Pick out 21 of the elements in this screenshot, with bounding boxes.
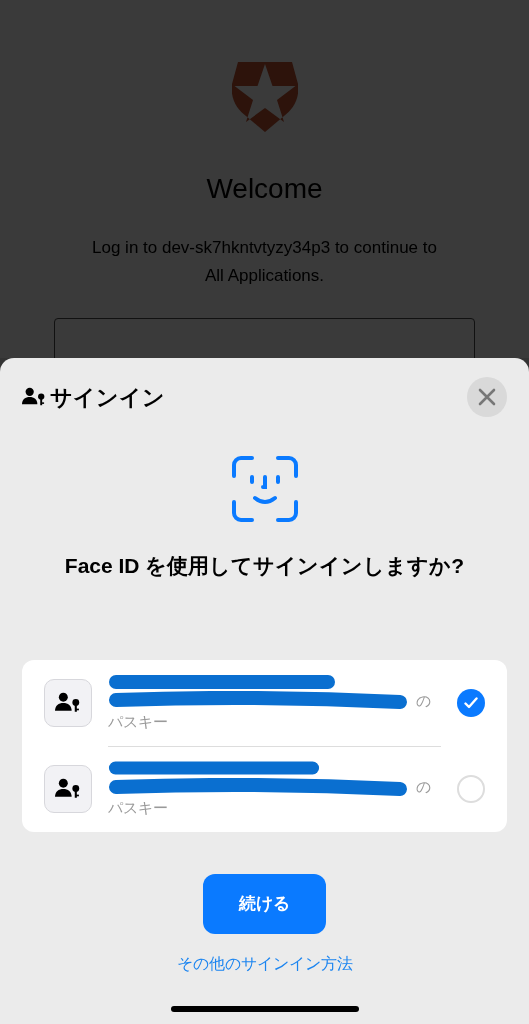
login-message: Log in to dev-sk7hkntvtyzy34p3 to continue to	[91, 236, 438, 259]
welcome-heading: Welcome	[205, 172, 324, 206]
passkey-suffix: の	[416, 690, 431, 711]
passkey-icon	[22, 387, 46, 407]
passkey-option[interactable]: の パスキー	[44, 745, 507, 832]
sheet-title: サインイン	[50, 383, 165, 412]
passkey-icon	[55, 778, 81, 799]
close-button[interactable]	[467, 377, 507, 417]
sign-in-question: Face ID を使用してサインインしますか?	[63, 553, 466, 579]
login-message: All Applications.	[203, 264, 326, 287]
other-sign-in-link[interactable]: その他のサインイン方法	[22, 951, 507, 976]
continue-button[interactable]: 続ける	[203, 873, 326, 934]
passkey-suffix: の	[416, 777, 431, 797]
face-id-icon	[231, 456, 298, 522]
passkey-label: パスキー	[108, 711, 169, 732]
radio-indicator[interactable]	[457, 774, 485, 803]
close-icon	[478, 388, 496, 406]
passkey-icon	[55, 692, 81, 713]
checked-indicator[interactable]	[457, 688, 485, 717]
passkey-label: パスキー	[108, 798, 169, 818]
passkey-option[interactable]: の パスキー	[44, 659, 507, 746]
